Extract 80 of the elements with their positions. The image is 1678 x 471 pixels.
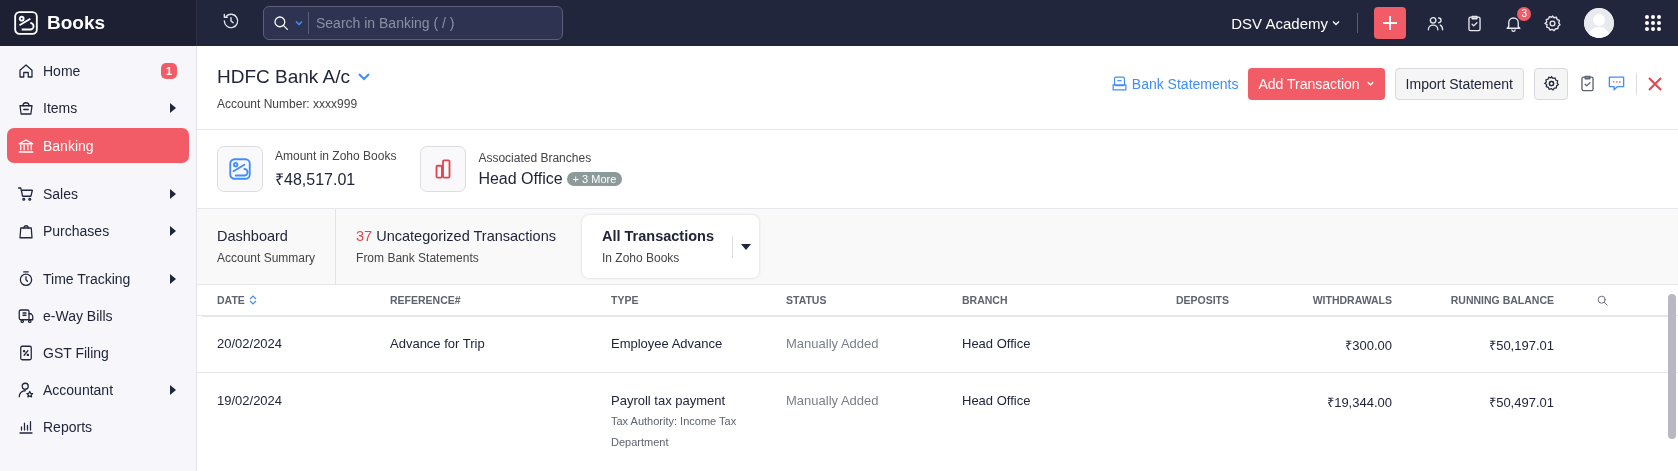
- settings-icon[interactable]: [1543, 13, 1562, 33]
- bar-chart-icon: [17, 418, 35, 436]
- search-icon: [272, 14, 290, 32]
- sidebar-item[interactable]: Items: [7, 91, 189, 125]
- count-badge: 1: [160, 63, 177, 79]
- view-tab[interactable]: 37 Uncategorized Transactions From Bank Statements: [336, 209, 576, 284]
- table-cell-text: 20/02/2024: [217, 336, 284, 351]
- view-tab[interactable]: All Transactions In Zoho Books: [581, 215, 759, 278]
- home-icon: [17, 62, 35, 80]
- table-cell-text: 19/02/2024: [217, 393, 284, 408]
- settings-button[interactable]: [1534, 67, 1568, 100]
- app-name[interactable]: Books: [47, 12, 106, 34]
- statement-icon: [1110, 75, 1128, 92]
- account-number: Account Number: xxxx999: [217, 97, 359, 111]
- type-detail: Tax Authority: Income Tax Department: [611, 414, 738, 450]
- plus-icon: [1380, 13, 1400, 33]
- history-icon[interactable]: [221, 11, 241, 31]
- chevron-down-icon[interactable]: [358, 73, 371, 81]
- avatar[interactable]: [1584, 8, 1614, 38]
- sidebar-item[interactable]: e-Way Bills: [7, 299, 189, 333]
- add-button[interactable]: [1374, 7, 1406, 39]
- table-cell-text: Manually Added: [786, 393, 880, 408]
- column-header: WITHDRAWALS: [1311, 294, 1392, 306]
- close-icon[interactable]: [1647, 75, 1663, 92]
- chevron-down-icon: [1331, 18, 1341, 28]
- clipboard-check-icon[interactable]: [1578, 74, 1597, 93]
- column-header: STATUS: [786, 294, 828, 306]
- clipboard-check-icon[interactable]: [1465, 13, 1484, 33]
- table-cell-text: ₹50,197.01: [1489, 337, 1554, 354]
- chat-icon[interactable]: [1607, 74, 1626, 93]
- table-cell-text: Employee Advance: [611, 336, 724, 351]
- column-header: TYPE: [611, 294, 640, 306]
- sidebar-item[interactable]: GST Filing: [7, 336, 189, 370]
- sort-icon[interactable]: [248, 295, 257, 305]
- sidebar-item[interactable]: Home 1: [7, 54, 189, 88]
- cart-icon: [17, 185, 35, 203]
- chevron-down-icon: [1365, 79, 1375, 88]
- organization-menu[interactable]: DSV Academy: [1231, 14, 1341, 32]
- table-cell-text: ₹300.00: [1345, 337, 1392, 354]
- column-header: REFERENCE#: [390, 294, 462, 306]
- sidebar-item[interactable]: Accountant: [7, 373, 189, 407]
- table-cell-text: Payroll tax payment: [611, 393, 727, 408]
- books-logo-icon: [227, 156, 253, 182]
- table-cell-text: Advance for Trip: [390, 336, 486, 351]
- truck-icon: [17, 307, 35, 325]
- search-input[interactable]: Search in Banking ( / ): [308, 12, 548, 34]
- scrollbar[interactable]: [1668, 294, 1676, 439]
- sidebar-item[interactable]: Time Tracking: [7, 262, 189, 296]
- settings-icon: [1542, 75, 1560, 92]
- table-cell-text: ₹19,344.00: [1327, 394, 1392, 411]
- summary-value: ₹48,517.01: [275, 169, 356, 190]
- column-header: BRANCH: [962, 294, 1009, 306]
- logo-icon[interactable]: [13, 10, 39, 36]
- account-title: HDFC Bank A/c: [217, 66, 351, 88]
- column-header[interactable]: DATE: [217, 294, 390, 306]
- column-header: DEPOSITS: [1174, 294, 1229, 306]
- summary-label: Amount in Zoho Books: [275, 148, 397, 163]
- dropdown-caret-icon[interactable]: [740, 242, 751, 251]
- summary-label: Associated Branches: [478, 150, 593, 165]
- basket-icon: [17, 99, 35, 117]
- table-cell-text: Head Office: [962, 393, 1032, 408]
- view-tab[interactable]: Dashboard Account Summary: [197, 209, 337, 284]
- percent-document-icon: [17, 344, 35, 362]
- table-cell-text: Manually Added: [786, 336, 880, 351]
- bag-icon: [17, 222, 35, 240]
- apps-grid-icon[interactable]: [1644, 14, 1662, 32]
- sidebar-item[interactable]: Purchases: [7, 214, 189, 248]
- caret-icon: [294, 18, 304, 28]
- user-star-icon: [17, 381, 35, 399]
- table-cell-text: Head Office: [962, 336, 1032, 351]
- search-icon[interactable]: [1596, 293, 1609, 307]
- summary-value: Head Office: [478, 169, 563, 188]
- notification-badge: 3: [1517, 6, 1531, 21]
- table-cell-text: ₹50,497.01: [1489, 394, 1554, 411]
- import-statement-button[interactable]: Import Statement: [1394, 67, 1524, 100]
- sidebar-item[interactable]: Reports: [7, 410, 189, 444]
- stopwatch-icon: [17, 270, 35, 288]
- column-header: RUNNING BALANCE: [1449, 294, 1554, 306]
- search-field[interactable]: Search in Banking ( / ): [263, 6, 563, 40]
- sidebar-item[interactable]: Sales: [7, 177, 189, 211]
